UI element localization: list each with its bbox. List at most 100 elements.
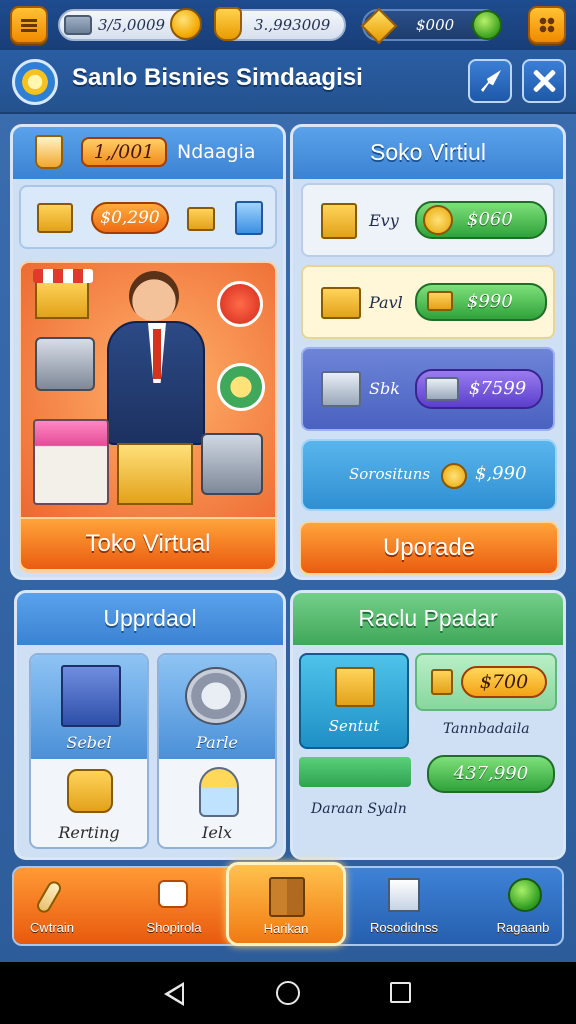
gold-gem-icon — [360, 7, 398, 45]
upgrade-button[interactable]: Uporade — [299, 521, 559, 575]
market-row-label: Pavl — [369, 293, 403, 312]
cabinet-icon — [269, 877, 305, 917]
nav-label: Ragaanb — [496, 920, 550, 935]
market-panel-header: Soko Virtiul — [293, 127, 563, 179]
grid-menu-button[interactable] — [528, 6, 566, 44]
cardboard-box-icon — [117, 443, 193, 505]
gold-stack-icon — [335, 667, 375, 707]
recent-apps-icon[interactable] — [390, 982, 411, 1003]
nav-label: Cwtrain — [29, 920, 75, 935]
gem-value: $000 — [416, 16, 455, 34]
page-title: Sanlo Bisnies Simdaagisi — [72, 64, 363, 91]
blue-box-icon — [235, 201, 263, 235]
market-row[interactable]: Sbk $7599 — [301, 347, 555, 431]
report-panel: Raclu Ppadar Sentut $700 Tannbadaila 437… — [290, 590, 566, 860]
grid-icon — [539, 17, 555, 33]
nav-item-cwtrain[interactable]: Cwtrain — [14, 868, 90, 944]
menu-button[interactable] — [10, 6, 48, 44]
summary-price: $,990 — [475, 463, 527, 484]
cash-register-icon — [35, 337, 95, 391]
cart-icon — [201, 433, 263, 495]
rocket-button[interactable] — [468, 59, 512, 103]
shop-panel: 1,/001 Ndaagia $0,290 Toko Virtual — [10, 124, 286, 580]
menu-icon — [21, 19, 37, 32]
gold-bag-icon — [431, 669, 453, 695]
gold-bar-icon — [427, 291, 453, 311]
gear-machine-icon — [185, 667, 247, 725]
server-machine-icon — [61, 665, 121, 727]
market-row[interactable]: Evy $060 — [301, 183, 555, 257]
upgrade-card[interactable]: Sebel Rerting — [29, 653, 149, 849]
rocket-icon — [481, 70, 501, 92]
gold-bars-icon — [321, 287, 361, 319]
report-progress-bar — [299, 757, 411, 787]
box-icon — [37, 203, 73, 233]
shop-head-title: Ndaagia — [177, 141, 256, 163]
shop-inventory-strip: $0,290 — [19, 185, 277, 249]
market-row-label: Evy — [369, 211, 399, 230]
market-panel: Soko Virtiul Evy $060 Pavl $990 Sbk $759… — [290, 124, 566, 580]
close-button[interactable] — [522, 59, 566, 103]
app-header: Sanlo Bisnies Simdaagisi — [0, 50, 576, 114]
package-icon — [388, 878, 420, 912]
market-stall-icon — [33, 269, 93, 319]
nav-item-harikan[interactable]: Harikan — [226, 862, 346, 946]
businessman-body — [107, 321, 205, 445]
card-bottom-label: Rerting — [58, 823, 120, 842]
businessman-head — [129, 271, 179, 321]
microphone-icon — [34, 878, 64, 916]
nav-label: Rosodidnss — [370, 920, 438, 935]
sun-logo-icon — [12, 59, 58, 105]
cash-value: 3/5,0009 — [98, 16, 166, 34]
coin-icon — [170, 8, 202, 40]
system-nav-bar — [0, 962, 576, 1024]
red-badge-icon[interactable] — [217, 281, 263, 327]
cup-icon — [35, 135, 63, 169]
nav-item-shopirola[interactable]: Shopirola — [134, 868, 214, 944]
cash-stack-icon — [321, 371, 361, 407]
market-summary: Sorosituns $,990 — [301, 439, 557, 511]
report-amount-button[interactable]: 437,990 — [427, 755, 555, 793]
report-price: $700 — [461, 666, 547, 698]
card-top-label: Parle — [196, 733, 238, 752]
nav-item-rosodidnss[interactable]: Rosodidnss — [350, 868, 458, 944]
market-row[interactable]: Pavl $990 — [301, 265, 555, 339]
level-badge: 1,/001 — [81, 137, 167, 167]
bag-counter: 3.,993009 — [214, 7, 346, 41]
coin-icon — [423, 205, 453, 235]
report-tile[interactable]: Sentut — [299, 653, 409, 749]
nav-label: Shopirola — [146, 920, 202, 935]
nav-item-ragaanb[interactable]: Ragaanb — [480, 868, 562, 944]
green-orb-icon — [508, 878, 542, 912]
market-title: Soko Virtiul — [370, 139, 486, 165]
coin-icon — [441, 463, 467, 489]
bag-value: 3.,993009 — [254, 16, 331, 34]
nav-label: Harikan — [263, 921, 309, 936]
camera-icon — [158, 880, 188, 908]
toko-virtual-button[interactable]: Toko Virtual — [19, 517, 277, 571]
add-currency-icon[interactable] — [472, 10, 502, 40]
banknote-icon — [425, 377, 459, 401]
money-bag-icon — [214, 7, 242, 41]
upgrade-card[interactable]: Parle Ielx — [157, 653, 277, 849]
cash-counter: 3/5,0009 — [58, 8, 202, 41]
summary-label: Sorosituns — [349, 465, 431, 483]
cash-icon — [64, 15, 92, 35]
report-price-box: $700 — [415, 653, 557, 711]
market-row-label: Sbk — [369, 379, 400, 398]
card-bottom-label: Ielx — [202, 823, 232, 842]
resource-bar: 3/5,0009 3.,993009 $000 — [0, 0, 576, 50]
coin-badge-icon[interactable] — [217, 363, 265, 411]
gold-lock-icon — [67, 769, 113, 813]
jar-icon — [199, 767, 239, 817]
gem-counter: $000 — [360, 7, 502, 45]
crate-icon — [187, 207, 215, 231]
gold-stack-icon — [321, 203, 357, 239]
report-title: Raclu Ppadar — [358, 605, 498, 631]
upgrade-panel: Upprdaol Sebel Rerting Parle Ielx — [14, 590, 286, 860]
shop-panel-header: 1,/001 Ndaagia — [13, 127, 283, 179]
shop-price-chip[interactable]: $0,290 — [91, 202, 169, 234]
back-icon[interactable] — [164, 982, 184, 1006]
home-icon[interactable] — [276, 981, 300, 1005]
card-top-label: Sebel — [66, 733, 112, 752]
